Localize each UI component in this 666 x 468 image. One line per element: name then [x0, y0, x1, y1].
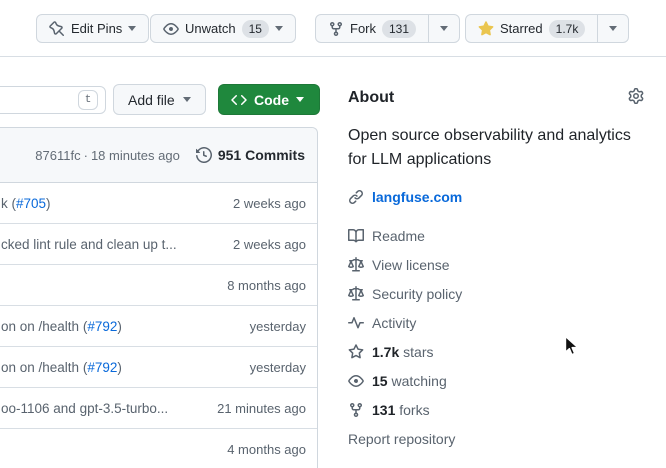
pr-link[interactable]: #792 — [87, 319, 117, 334]
file-row: on on /health (#792) yesterday — [0, 306, 317, 347]
code-icon — [231, 92, 247, 108]
forks-link[interactable]: 131 forks — [348, 395, 644, 424]
keyboard-shortcut-hint: t — [78, 90, 98, 110]
fork-label: Fork — [350, 21, 376, 36]
github-repo-page: Edit Pins Unwatch 15 Fork 131 — [0, 0, 666, 468]
caret-down-icon — [609, 26, 617, 31]
caret-down-icon — [440, 26, 448, 31]
eye-icon — [348, 373, 364, 389]
pr-link[interactable]: #705 — [16, 196, 46, 211]
website-link[interactable]: langfuse.com — [372, 189, 462, 205]
about-sidebar: About Open source observability and anal… — [348, 56, 644, 453]
star-icon — [348, 344, 364, 360]
file-row: oo-1106 and gpt-3.5-turbo... 21 minutes … — [0, 388, 317, 429]
caret-down-icon — [296, 97, 304, 102]
commit-message[interactable]: cked lint rule and clean up t... — [1, 237, 177, 252]
fork-button-group: Fork 131 — [315, 14, 460, 43]
commit-time: 18 minutes ago — [91, 148, 180, 163]
code-button[interactable]: Code — [218, 84, 320, 115]
commit-message[interactable]: on on /health (#792) — [1, 360, 122, 375]
watching-link[interactable]: 15 watching — [348, 366, 644, 395]
commit-date[interactable]: yesterday — [250, 319, 306, 334]
stars-link[interactable]: 1.7k stars — [348, 337, 644, 366]
file-row: 8 months ago — [0, 265, 317, 306]
starred-label: Starred — [500, 21, 543, 36]
commit-date[interactable]: 21 minutes ago — [217, 401, 306, 416]
repo-action-toolbar: Edit Pins Unwatch 15 Fork 131 — [0, 0, 666, 57]
commit-sha: 87611fc — [35, 148, 80, 163]
file-browser-table: 87611fc·18 minutes ago 951 Commits k (#7… — [0, 127, 318, 468]
commit-history-link[interactable]: 951 Commits — [196, 147, 305, 163]
starred-button[interactable]: Starred 1.7k — [466, 15, 597, 42]
edit-pins-label: Edit Pins — [71, 21, 122, 36]
unwatch-button[interactable]: Unwatch 15 — [150, 14, 296, 43]
star-button-group: Starred 1.7k — [465, 14, 629, 43]
add-file-label: Add file — [128, 92, 175, 108]
law-icon — [348, 286, 364, 302]
file-row: 4 months ago — [0, 429, 317, 468]
website-row: langfuse.com — [348, 189, 644, 205]
readme-link[interactable]: Readme — [348, 221, 644, 250]
star-filled-icon — [478, 21, 494, 37]
view-license-link[interactable]: View license — [348, 250, 644, 279]
gear-icon[interactable] — [628, 88, 644, 104]
book-icon — [348, 228, 364, 244]
caret-down-icon — [128, 26, 136, 31]
commit-date[interactable]: 8 months ago — [227, 278, 306, 293]
history-icon — [196, 147, 212, 163]
fork-button[interactable]: Fork 131 — [316, 15, 428, 42]
file-row: on on /health (#792) yesterday — [0, 347, 317, 388]
code-label: Code — [254, 92, 289, 108]
caret-down-icon — [275, 26, 283, 31]
fork-icon — [348, 402, 364, 418]
pulse-icon — [348, 315, 364, 331]
link-icon — [348, 189, 364, 205]
star-count-badge: 1.7k — [549, 20, 586, 38]
commit-date[interactable]: 4 months ago — [227, 442, 306, 457]
activity-link[interactable]: Activity — [348, 308, 644, 337]
commit-message[interactable]: on on /health (#792) — [1, 319, 122, 334]
edit-pins-button[interactable]: Edit Pins — [36, 14, 149, 43]
star-dropdown-button[interactable] — [597, 15, 628, 42]
report-repository-link[interactable]: Report repository — [348, 424, 644, 453]
about-title: About — [348, 86, 644, 110]
commit-date[interactable]: 2 weeks ago — [233, 196, 306, 211]
watch-count-badge: 15 — [242, 20, 269, 38]
fork-dropdown-button[interactable] — [428, 15, 459, 42]
law-icon — [348, 257, 364, 273]
commit-message[interactable]: k (#705) — [1, 196, 51, 211]
commits-count-label: 951 Commits — [218, 147, 305, 163]
add-file-button[interactable]: Add file — [113, 84, 206, 115]
unwatch-label: Unwatch — [185, 21, 236, 36]
latest-commit-meta[interactable]: 87611fc·18 minutes ago — [35, 148, 180, 163]
pr-link[interactable]: #792 — [87, 360, 117, 375]
fork-icon — [328, 21, 344, 37]
commit-date[interactable]: yesterday — [250, 360, 306, 375]
eye-icon — [163, 21, 179, 37]
security-policy-link[interactable]: Security policy — [348, 279, 644, 308]
caret-down-icon — [183, 97, 191, 102]
commit-message[interactable]: oo-1106 and gpt-3.5-turbo... — [1, 401, 168, 416]
fork-count-badge: 131 — [382, 20, 416, 38]
file-row: k (#705) 2 weeks ago — [0, 183, 317, 224]
repo-description: Open source observability and analytics … — [348, 124, 644, 172]
pin-icon — [49, 21, 65, 37]
commit-date[interactable]: 2 weeks ago — [233, 237, 306, 252]
file-row: cked lint rule and clean up t... 2 weeks… — [0, 224, 317, 265]
latest-commit-bar: 87611fc·18 minutes ago 951 Commits — [0, 128, 317, 183]
about-links: Readme View license Security policy Acti… — [348, 221, 644, 453]
